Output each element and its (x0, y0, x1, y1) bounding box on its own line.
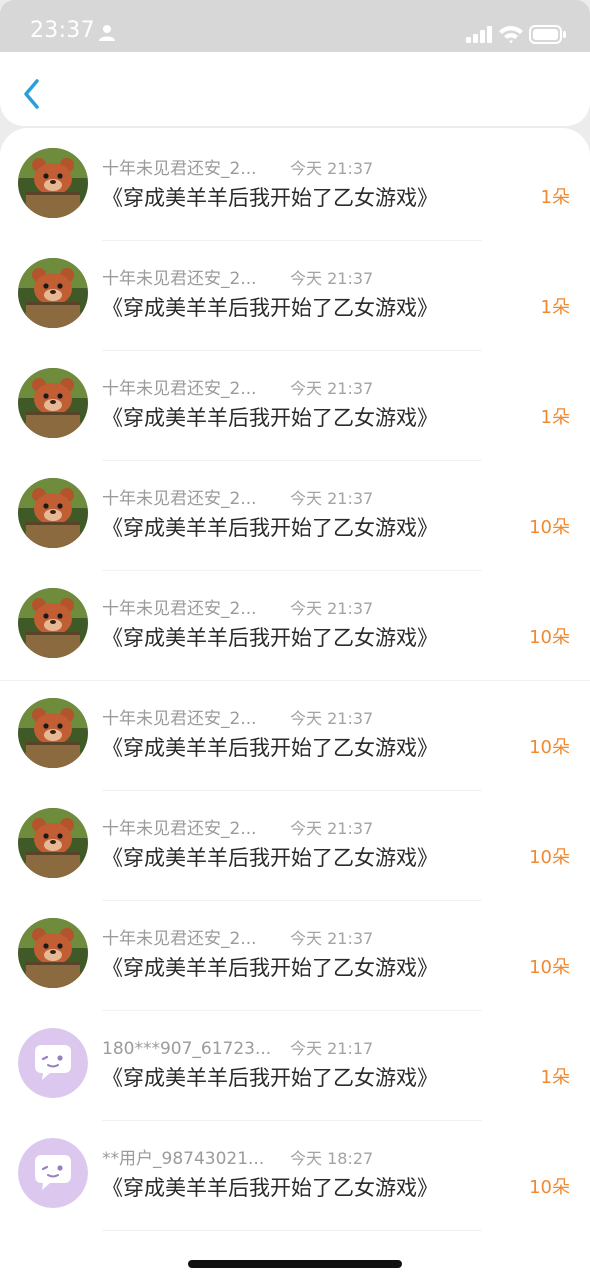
user-name[interactable]: 十年未见君还安_2... (102, 708, 278, 730)
book-title: 《穿成美羊羊后我开始了乙女游戏》 (102, 516, 438, 540)
bear-avatar[interactable] (18, 258, 88, 328)
flower-count: 1朵 (540, 1067, 570, 1088)
flower-count: 1朵 (540, 407, 570, 428)
flower-count: 10朵 (529, 627, 570, 648)
book-title: 《穿成美羊羊后我开始了乙女游戏》 (102, 626, 438, 650)
book-title: 《穿成美羊羊后我开始了乙女游戏》 (102, 846, 438, 870)
user-name[interactable]: 十年未见君还安_2... (102, 488, 278, 510)
status-time: 23:37 (30, 18, 95, 43)
book-title: 《穿成美羊羊后我开始了乙女游戏》 (102, 296, 438, 320)
list-item[interactable]: 十年未见君还安_2... 今天 21:37 《穿成美羊羊后我开始了乙女游戏》 10朵 (0, 884, 590, 1011)
user-name[interactable]: 十年未见君还安_2... (102, 158, 278, 180)
flower-count: 10朵 (529, 957, 570, 978)
flower-count: 10朵 (529, 1177, 570, 1198)
flower-count: 10朵 (529, 737, 570, 758)
status-bar: 23:37 (0, 0, 590, 52)
row-divider (102, 1230, 482, 1231)
timestamp: 今天 21:37 (290, 159, 374, 178)
timestamp: 今天 21:17 (290, 1039, 374, 1058)
flower-record-list: 十年未见君还安_2... 今天 21:37 《穿成美羊羊后我开始了乙女游戏》 1朵 十年… (0, 128, 590, 1280)
user-name[interactable]: 十年未见君还安_2... (102, 598, 278, 620)
timestamp: 今天 21:37 (290, 379, 374, 398)
default-chat-avatar[interactable] (18, 1028, 88, 1098)
timestamp: 今天 18:27 (290, 1149, 374, 1168)
list-item[interactable]: 十年未见君还安_2... 今天 21:37 《穿成美羊羊后我开始了乙女游戏》 10朵 (0, 444, 590, 571)
bear-avatar[interactable] (18, 148, 88, 218)
list-item[interactable]: 十年未见君还安_2... 今天 21:37 《穿成美羊羊后我开始了乙女游戏》 10朵 (0, 774, 590, 901)
book-title: 《穿成美羊羊后我开始了乙女游戏》 (102, 1066, 438, 1090)
list-item[interactable]: 十年未见君还安_2... 今天 21:37 《穿成美羊羊后我开始了乙女游戏》 1朵 (0, 224, 590, 351)
cellular-signal-icon (466, 26, 492, 43)
user-name[interactable]: 十年未见君还安_2... (102, 818, 278, 840)
timestamp: 今天 21:37 (290, 819, 374, 838)
list-item[interactable]: 十年未见君还安_2... 今天 21:37 《穿成美羊羊后我开始了乙女游戏》 10朵 (0, 664, 590, 791)
flower-count: 10朵 (529, 847, 570, 868)
user-name[interactable]: 180***907_61723... (102, 1038, 278, 1060)
bear-avatar[interactable] (18, 698, 88, 768)
bear-avatar[interactable] (18, 368, 88, 438)
bear-avatar[interactable] (18, 918, 88, 988)
book-title: 《穿成美羊羊后我开始了乙女游戏》 (102, 736, 438, 760)
flower-count: 1朵 (540, 297, 570, 318)
timestamp: 今天 21:37 (290, 269, 374, 288)
chevron-left-icon[interactable] (18, 76, 44, 112)
bear-avatar[interactable] (18, 808, 88, 878)
list-item[interactable]: 180***907_61723... 今天 21:17 《穿成美羊羊后我开始了乙女游… (0, 994, 590, 1121)
list-item[interactable]: 十年未见君还安_2... 今天 21:37 《穿成美羊羊后我开始了乙女游戏》 1朵 (0, 334, 590, 461)
timestamp: 今天 21:37 (290, 929, 374, 948)
user-name[interactable]: 十年未见君还安_2... (102, 928, 278, 950)
list-item[interactable]: 十年未见君还安_2... 今天 21:37 《穿成美羊羊后我开始了乙女游戏》 1朵 (0, 114, 590, 241)
bear-avatar[interactable] (18, 588, 88, 658)
timestamp: 今天 21:37 (290, 489, 374, 508)
wifi-icon (499, 26, 523, 44)
flower-count: 1朵 (540, 187, 570, 208)
list-item[interactable]: **用户_98743021... 今天 18:27 《穿成美羊羊后我开始了乙女游戏》… (0, 1104, 590, 1231)
book-title: 《穿成美羊羊后我开始了乙女游戏》 (102, 956, 438, 980)
book-title: 《穿成美羊羊后我开始了乙女游戏》 (102, 1176, 438, 1200)
timestamp: 今天 21:37 (290, 599, 374, 618)
default-chat-avatar[interactable] (18, 1138, 88, 1208)
user-name[interactable]: 十年未见君还安_2... (102, 378, 278, 400)
list-item[interactable]: 十年未见君还安_2... 今天 21:37 《穿成美羊羊后我开始了乙女游戏》 10朵 (0, 554, 590, 681)
timestamp: 今天 21:37 (290, 709, 374, 728)
book-title: 《穿成美羊羊后我开始了乙女游戏》 (102, 406, 438, 430)
user-name[interactable]: 十年未见君还安_2... (102, 268, 278, 290)
book-title: 《穿成美羊羊后我开始了乙女游戏》 (102, 186, 438, 210)
user-name[interactable]: **用户_98743021... (102, 1148, 278, 1170)
battery-icon (529, 25, 566, 44)
bear-avatar[interactable] (18, 478, 88, 548)
flower-count: 10朵 (529, 517, 570, 538)
home-indicator (188, 1260, 402, 1268)
person-icon (99, 25, 115, 41)
